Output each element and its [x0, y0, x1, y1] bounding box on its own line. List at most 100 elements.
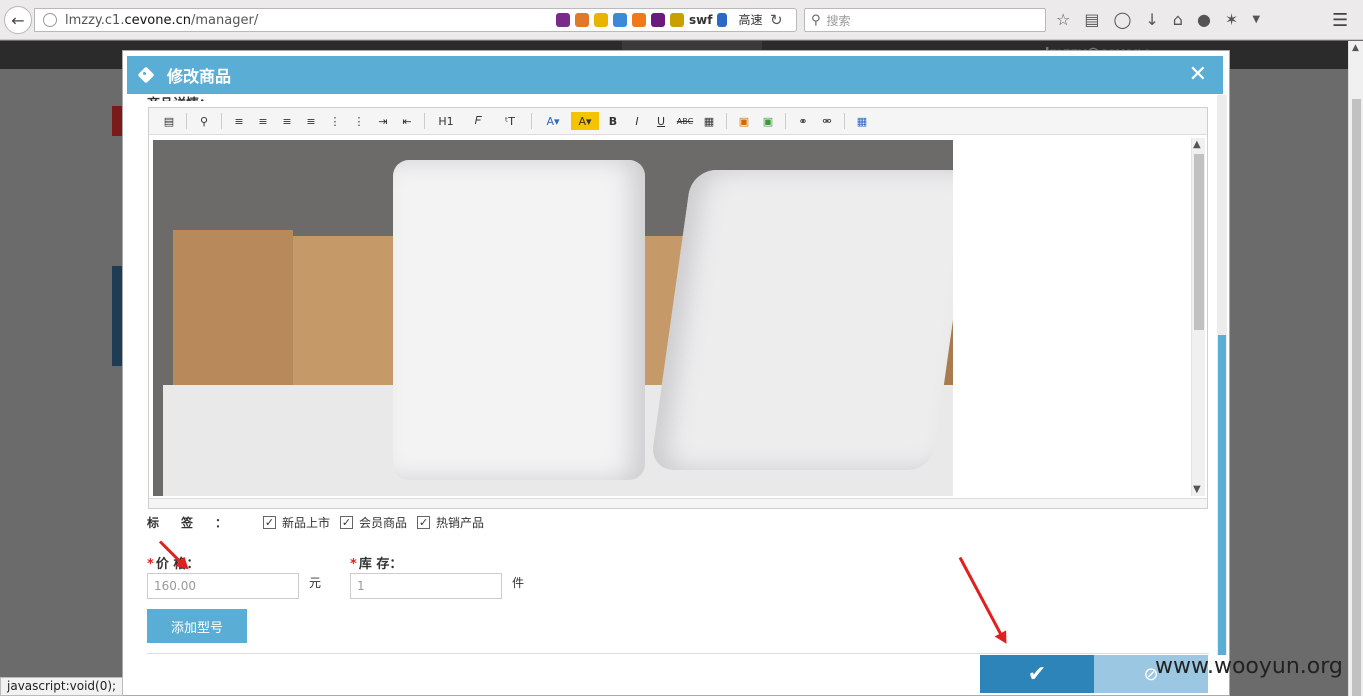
addon-pen-icon[interactable] [651, 12, 665, 27]
browser-toolbar: ← lmzzy.c1.cevone.cn/manager/ swf 高速 ↻ ⚲… [0, 0, 1363, 40]
toolbar-divider [186, 113, 187, 129]
editor-statusbar [149, 498, 1207, 508]
font-size-icon[interactable]: ᵗT [496, 112, 524, 130]
tissue-stack [393, 160, 645, 480]
confirm-button[interactable]: ✔ [980, 655, 1094, 693]
arrow-left-icon: ← [11, 10, 25, 30]
tags-row: 标签： ✓ 新品上市 ✓ 会员商品 ✓ 热销产品 [147, 514, 494, 531]
addon-speed[interactable]: 高速 [738, 11, 762, 28]
ordered-list-icon[interactable]: ⋮ [325, 112, 345, 130]
justify-icon[interactable]: ≡ [301, 112, 321, 130]
search-placeholder: 搜索 [826, 13, 851, 28]
addon-n-icon[interactable] [717, 12, 728, 27]
rich-text-editor[interactable]: ▤ ⚲ ≡ ≡ ≡ ≡ ⋮ ⋮ ⇥ ⇤ H1 𝐹 ᵗT A▾ A▾ B I U … [148, 107, 1208, 509]
font-color-icon[interactable]: A▾ [539, 112, 567, 130]
chevron-down-icon[interactable]: ▼ [1193, 484, 1201, 495]
edit-product-modal: 修改商品 ✕ 商品详情： ▤ ⚲ ≡ ≡ ≡ ≡ ⋮ ⋮ ⇥ ⇤ H1 𝐹 ᵗT… [122, 50, 1230, 696]
checkbox-new[interactable]: ✓ [263, 516, 277, 529]
checkbox-hot[interactable]: ✓ [417, 516, 431, 529]
product-image [153, 140, 953, 496]
pocket-icon[interactable]: ◯ [1113, 10, 1131, 29]
browser-toolbar-icons: ☆ ▤ ◯ ↓ ⌂ ● ✶ ▼ [1056, 10, 1260, 29]
checkbox-label: 会员商品 [359, 516, 408, 530]
globe-icon [43, 13, 57, 27]
scrollbar-thumb[interactable] [1194, 154, 1204, 330]
check-icon: ✔ [1027, 661, 1047, 687]
addon-feather-icon[interactable] [556, 12, 570, 27]
hamburger-menu-icon[interactable]: ☰ [1332, 10, 1348, 31]
addon-x-icon[interactable] [594, 12, 608, 27]
editor-content[interactable]: ▲ ▼ [149, 136, 1207, 499]
back-button[interactable]: ← [4, 6, 32, 34]
home-icon[interactable]: ⌂ [1173, 10, 1183, 29]
star-icon[interactable]: ☆ [1056, 10, 1070, 29]
divider [147, 653, 1209, 654]
reading-list-icon[interactable]: ▤ [1084, 10, 1099, 29]
required-mark: * [350, 557, 357, 572]
required-mark: * [147, 557, 154, 572]
source-icon[interactable]: ▤ [159, 112, 179, 130]
stock-input[interactable]: 1 [350, 573, 502, 599]
download-icon[interactable]: ↓ [1145, 10, 1158, 29]
url-text: lmzzy.c1.cevone.cn/manager/ [65, 12, 259, 28]
scrollbar-thumb[interactable] [1218, 335, 1226, 655]
strikethrough-icon[interactable]: ABC [675, 112, 695, 130]
price-input[interactable]: 160.00 [147, 573, 299, 599]
stock-unit: 件 [512, 576, 525, 590]
align-left-icon[interactable]: ≡ [229, 112, 249, 130]
price-unit: 元 [309, 576, 322, 590]
chevron-down-icon[interactable]: ▼ [1252, 14, 1260, 25]
indent-icon[interactable]: ⇥ [373, 112, 393, 130]
highlight-icon[interactable]: A▾ [571, 112, 599, 130]
toolbar-divider [221, 113, 222, 129]
addon-moon-icon[interactable] [613, 12, 627, 27]
modal-title: 修改商品 [167, 67, 232, 86]
tags-label: 标签： [147, 516, 250, 530]
checkbox-member[interactable]: ✓ [340, 516, 354, 529]
chevron-up-icon[interactable]: ▲ [1352, 43, 1359, 53]
table-grid-icon[interactable]: ▦ [699, 112, 719, 130]
addon-icons: swf 高速 [556, 11, 762, 28]
close-icon[interactable]: ✕ [1189, 62, 1207, 87]
modal-header: 修改商品 ✕ [127, 56, 1223, 94]
underline-icon[interactable]: U [651, 112, 671, 130]
multi-image-icon[interactable]: ▣ [758, 112, 778, 130]
addon-sword-icon[interactable] [670, 12, 684, 27]
toolbar-divider [531, 113, 532, 129]
tag-icon [139, 66, 157, 84]
heading-icon[interactable]: H1 [432, 112, 460, 130]
search-icon: ⚲ [811, 12, 821, 28]
unlink-icon[interactable]: ⚮ [817, 112, 837, 130]
watermark: www.wooyun.org [1155, 654, 1343, 679]
scrollbar-thumb[interactable] [1352, 99, 1361, 696]
chat-icon[interactable]: ● [1197, 10, 1211, 29]
link-icon[interactable]: ⚭ [793, 112, 813, 130]
toolbar-divider [844, 113, 845, 129]
editor-scrollbar[interactable]: ▲ ▼ [1191, 138, 1205, 496]
add-model-button[interactable]: 添加型号 [147, 609, 247, 643]
page-scrollbar[interactable]: ▲ [1348, 41, 1363, 696]
italic-icon[interactable]: I [627, 112, 647, 130]
addon-swf[interactable]: swf [689, 13, 712, 27]
image-icon[interactable]: ▣ [734, 112, 754, 130]
font-family-icon[interactable]: 𝐹 [464, 112, 492, 130]
table-icon[interactable]: ▦ [852, 112, 872, 130]
bold-icon[interactable]: B [603, 112, 623, 130]
browser-search-input[interactable]: ⚲ 搜索 [804, 8, 1046, 32]
addon-cat-icon[interactable] [632, 12, 646, 27]
modal-scrollbar[interactable] [1217, 95, 1227, 655]
reload-icon[interactable]: ↻ [770, 11, 783, 29]
align-right-icon[interactable]: ≡ [277, 112, 297, 130]
addon-java-icon[interactable] [575, 12, 589, 27]
unordered-list-icon[interactable]: ⋮ [349, 112, 369, 130]
toolbar-divider [726, 113, 727, 129]
extension-icon[interactable]: ✶ [1225, 10, 1238, 29]
detail-label: 商品详情： [147, 93, 212, 101]
align-center-icon[interactable]: ≡ [253, 112, 273, 130]
toolbar-divider [424, 113, 425, 129]
chevron-up-icon[interactable]: ▲ [1193, 139, 1201, 150]
tissue-stack [649, 170, 953, 470]
outdent-icon[interactable]: ⇤ [397, 112, 417, 130]
preview-icon[interactable]: ⚲ [194, 112, 214, 130]
checkbox-label: 热销产品 [436, 516, 485, 530]
